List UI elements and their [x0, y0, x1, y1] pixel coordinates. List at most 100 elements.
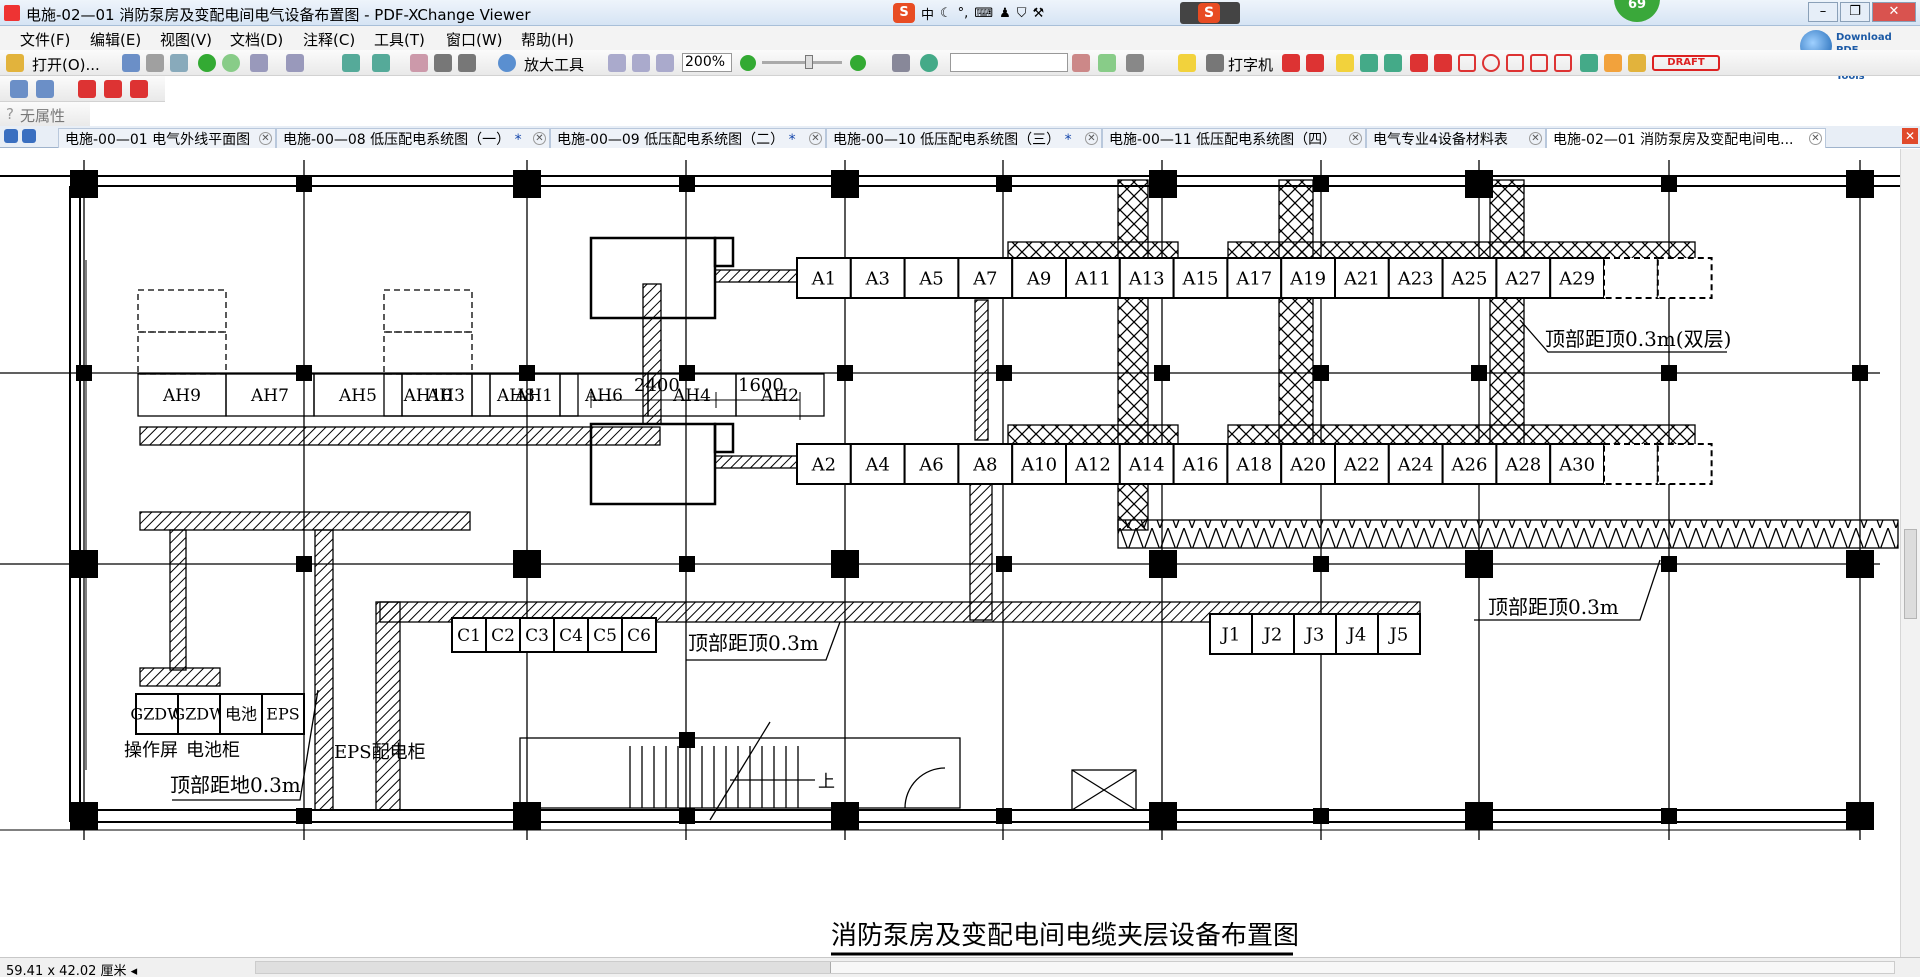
menu-comments[interactable]: 注释(C) — [303, 29, 355, 50]
find-icon[interactable] — [1072, 54, 1090, 72]
menu-tools[interactable]: 工具(T) — [374, 29, 425, 50]
snapshot-icon[interactable] — [434, 54, 452, 72]
undo-icon[interactable] — [250, 54, 268, 72]
tab-document-1[interactable]: 电施-00—01 电气外线平面图 ✕ — [58, 128, 276, 148]
zoom-out-icon[interactable] — [740, 55, 756, 71]
zoom-slider[interactable] — [762, 55, 842, 69]
rotate-page-icon[interactable] — [372, 54, 390, 72]
pencil-icon[interactable] — [1580, 54, 1598, 72]
tab-document-2[interactable]: 电施-00—08 低压配电系统图（一） * ✕ — [276, 128, 550, 148]
vertical-scroll-thumb[interactable] — [1904, 529, 1917, 619]
zoom-tool-icon[interactable] — [498, 54, 516, 72]
line-icon[interactable] — [1434, 54, 1452, 72]
menu-document[interactable]: 文档(D) — [230, 29, 283, 50]
tab-close-icon[interactable]: ✕ — [259, 132, 272, 145]
close-window-button[interactable]: ✕ — [1872, 2, 1916, 22]
tab-document-5[interactable]: 电施-00—11 低压配电系统图（四） ✕ — [1102, 128, 1366, 148]
fit-width-icon[interactable] — [656, 54, 674, 72]
fit-page-icon[interactable] — [632, 54, 650, 72]
search-combo[interactable] — [950, 53, 1068, 72]
measure-distance-icon[interactable] — [78, 80, 96, 98]
arrow-icon[interactable] — [1410, 54, 1428, 72]
select-text-icon[interactable] — [458, 54, 476, 72]
forward-icon[interactable] — [222, 54, 240, 72]
polyline-icon[interactable] — [1506, 54, 1524, 72]
pages-icon[interactable] — [36, 80, 54, 98]
zoom-level-combo[interactable]: 200% — [682, 53, 732, 72]
ime-floating-bar[interactable]: S — [1180, 2, 1240, 24]
wrench-icon[interactable]: ⚒ — [1033, 6, 1045, 21]
typewriter-button[interactable]: 打字机 — [1228, 54, 1273, 75]
keyboard-icon[interactable]: ⌨ — [974, 6, 993, 21]
save-icon[interactable] — [122, 54, 140, 72]
horizontal-scroll-thumb[interactable] — [256, 962, 831, 973]
maximize-button[interactable]: ❐ — [1840, 2, 1870, 22]
print-icon[interactable] — [146, 54, 164, 72]
attach-icon[interactable] — [1098, 54, 1116, 72]
ime-mode-label[interactable]: 中 — [921, 4, 934, 23]
eraser-icon[interactable] — [1604, 54, 1622, 72]
textbox-icon[interactable] — [1282, 54, 1300, 72]
menu-help[interactable]: 帮助(H) — [521, 29, 574, 50]
tab-document-3[interactable]: 电施-00—09 低压配电系统图（二） * ✕ — [550, 128, 826, 148]
ellipse-icon[interactable] — [1482, 54, 1500, 72]
rotate-icon[interactable] — [342, 54, 360, 72]
strikeout-icon[interactable] — [1360, 54, 1378, 72]
tab-document-4[interactable]: 电施-00—10 低压配电系统图（三） * ✕ — [826, 128, 1102, 148]
properties-label: 无属性 — [20, 107, 66, 125]
stamp-icon[interactable] — [1628, 54, 1646, 72]
cloud-icon[interactable] — [1554, 54, 1572, 72]
skin-icon[interactable]: ♟ — [999, 6, 1011, 21]
measure-perimeter-icon[interactable] — [104, 80, 122, 98]
tab-close-icon[interactable]: ✕ — [1085, 132, 1098, 145]
layers-icon[interactable] — [10, 80, 28, 98]
horizontal-scrollbar[interactable] — [255, 961, 1895, 974]
highlight-text-icon[interactable] — [1336, 54, 1354, 72]
open-button[interactable]: 打开(O)... — [32, 54, 100, 75]
tab-grid-icon[interactable] — [4, 129, 18, 143]
tab-close-icon[interactable]: ✕ — [1349, 132, 1362, 145]
draft-stamp-button[interactable]: DRAFT — [1652, 55, 1720, 71]
vertical-scrollbar[interactable] — [1900, 149, 1920, 957]
polygon-icon[interactable] — [1530, 54, 1548, 72]
measure-area-icon[interactable] — [130, 80, 148, 98]
link-icon[interactable] — [892, 54, 910, 72]
settings-icon[interactable] — [1126, 54, 1144, 72]
zoom-tool-button[interactable]: 放大工具 — [524, 54, 584, 75]
menu-view[interactable]: 视图(V) — [160, 29, 212, 50]
shirt-icon[interactable]: ⛉ — [1017, 6, 1027, 21]
tab-close-icon[interactable]: ✕ — [809, 132, 822, 145]
menu-file[interactable]: 文件(F) — [20, 29, 70, 50]
ime-toolbar[interactable]: S 中 ☾ °, ⌨ ♟ ⛉ ⚒ — [893, 2, 1044, 24]
tab-close-icon[interactable]: ✕ — [1809, 132, 1822, 145]
tab-document-6[interactable]: 电气专业4设备材料表 ✕ — [1366, 128, 1546, 148]
hand-tool-icon[interactable] — [410, 54, 428, 72]
notification-badge[interactable]: 69 — [1614, 0, 1660, 22]
tab-close-icon[interactable]: ✕ — [533, 132, 546, 145]
sogou-icon[interactable]: S — [893, 3, 915, 23]
moon-icon[interactable]: ☾ — [940, 6, 952, 21]
email-icon[interactable] — [170, 54, 188, 72]
tab-list-icon[interactable] — [22, 129, 36, 143]
rectangle-icon[interactable] — [1458, 54, 1476, 72]
menu-window[interactable]: 窗口(W) — [446, 29, 503, 50]
menu-edit[interactable]: 编辑(E) — [90, 29, 141, 50]
web-icon[interactable] — [920, 54, 938, 72]
zoom-slider-knob[interactable] — [805, 55, 813, 69]
minimize-button[interactable]: – — [1808, 2, 1838, 22]
document-view[interactable]: 2400 1600 A1A3A5A7A9A11A13A15A17A19A21A2… — [0, 149, 1900, 957]
redo-icon[interactable] — [286, 54, 304, 72]
back-icon[interactable] — [198, 54, 216, 72]
typewriter-icon[interactable] — [1206, 54, 1224, 72]
tab-close-icon[interactable]: ✕ — [1529, 132, 1542, 145]
tab-document-active[interactable]: 电施-02—01 消防泵房及变配电间电... ✕ — [1546, 128, 1826, 148]
underline-icon[interactable] — [1384, 54, 1402, 72]
comment-note-icon[interactable] — [1178, 54, 1196, 72]
callout-icon[interactable] — [1306, 54, 1324, 72]
open-icon[interactable] — [6, 54, 24, 72]
actual-size-icon[interactable] — [608, 54, 626, 72]
sogou-icon-small[interactable]: S — [1198, 3, 1220, 23]
punctuation-icon[interactable]: °, — [958, 6, 969, 21]
close-all-tabs-icon[interactable]: ✕ — [1902, 128, 1918, 144]
zoom-in-icon[interactable] — [850, 55, 866, 71]
